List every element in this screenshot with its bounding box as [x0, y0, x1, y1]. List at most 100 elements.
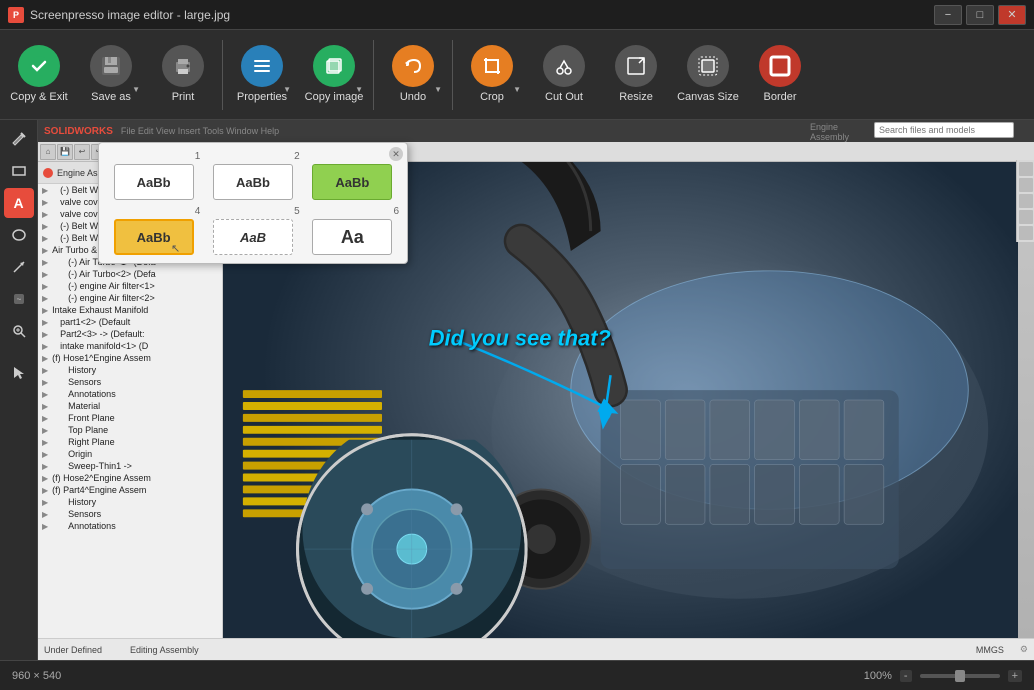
properties-button[interactable]: Properties ▼	[227, 34, 297, 116]
arrow-tool[interactable]	[4, 252, 34, 282]
sw-tree-item[interactable]: ▶(f) Hose1^Engine Assem	[38, 352, 222, 364]
pencil-tool[interactable]	[4, 124, 34, 154]
style-number-4: 4	[195, 206, 201, 217]
style-number-6: 6	[393, 206, 399, 217]
save-as-button[interactable]: Save as ▼	[76, 34, 146, 116]
close-button[interactable]: ✕	[998, 5, 1026, 25]
undo-button[interactable]: Undo ▼	[378, 34, 448, 116]
sw-tree-item[interactable]: ▶Material	[38, 400, 222, 412]
copy-exit-button[interactable]: Copy & Exit	[4, 34, 74, 116]
sw-tree-item[interactable]: ▶Intake Exhaust Manifold	[38, 304, 222, 316]
style-cell-2: 2 AaBb	[206, 151, 299, 200]
style-number-1: 1	[195, 151, 201, 162]
resize-button[interactable]: Resize	[601, 34, 671, 116]
copy-image-icon	[313, 45, 355, 87]
zoom-slider[interactable]	[920, 674, 1000, 678]
crop-dropdown-arrow: ▼	[513, 85, 521, 94]
sw-tb-home[interactable]: ⌂	[40, 144, 56, 160]
crop-icon	[471, 45, 513, 87]
style-cell-4: 4 AaBb	[107, 206, 200, 255]
sw-tree-item[interactable]: ▶(-) engine Air filter<1>	[38, 280, 222, 292]
annotation-style-popup: ✕ 1 AaBb 2 AaBb 3 AaBb	[98, 142, 408, 264]
zoom-slider-thumb[interactable]	[955, 670, 965, 682]
blur-tool[interactable]: ~	[4, 284, 34, 314]
sw-tree-item[interactable]: ▶Right Plane	[38, 436, 222, 448]
undo-dropdown-arrow: ▼	[434, 85, 442, 94]
sw-tree-item[interactable]: ▶Annotations	[38, 520, 222, 532]
style-preview-5[interactable]: AaB	[213, 219, 293, 255]
properties-label: Properties	[237, 91, 287, 104]
sw-tree-item[interactable]: ▶Top Plane	[38, 424, 222, 436]
zoom-tool[interactable]	[4, 316, 34, 346]
save-as-dropdown-arrow: ▼	[132, 85, 140, 94]
copy-exit-label: Copy & Exit	[10, 91, 67, 104]
zoom-controls: 100% - +	[864, 670, 1022, 682]
undo-icon	[392, 45, 434, 87]
sw-panel-icon-3[interactable]	[1019, 194, 1033, 208]
sw-tree-item[interactable]: ▶History	[38, 496, 222, 508]
sw-tree-item[interactable]: ▶Front Plane	[38, 412, 222, 424]
sw-tree-item[interactable]: ▶(f) Hose2^Engine Assem	[38, 472, 222, 484]
sw-tree-item[interactable]: ▶Sensors	[38, 376, 222, 388]
save-as-label: Save as	[91, 91, 131, 104]
sw-panel-icon-1[interactable]	[1019, 162, 1033, 176]
properties-dropdown-arrow: ▼	[283, 85, 291, 94]
style-preview-4[interactable]: AaBb	[114, 219, 194, 255]
sw-tree-item[interactable]: ▶part1<2> (Default	[38, 316, 222, 328]
sw-tree-item[interactable]: ▶Part2<3> -> (Default:	[38, 328, 222, 340]
sw-tree-icon	[42, 167, 54, 179]
sw-panel-icon-2[interactable]	[1019, 178, 1033, 192]
style-preview-6[interactable]: Aa	[312, 219, 392, 255]
style-preview-3[interactable]: AaBb	[312, 164, 392, 200]
toolbar-divider-3	[452, 40, 453, 110]
style-preview-1[interactable]: AaBb	[114, 164, 194, 200]
style-number-5: 5	[294, 206, 300, 217]
cut-out-button[interactable]: Cut Out	[529, 34, 599, 116]
undo-label: Undo	[400, 91, 426, 104]
sw-tree-item[interactable]: ▶Origin	[38, 448, 222, 460]
style-number-2: 2	[294, 151, 300, 162]
sw-tree-item[interactable]: ▶(-) engine Air filter<2>	[38, 292, 222, 304]
copy-image-button[interactable]: Copy image ▼	[299, 34, 369, 116]
style-cell-5: 5 AaB	[206, 206, 299, 255]
cursor-indicator: ↖	[171, 242, 180, 255]
sw-panel-icon-4[interactable]	[1019, 210, 1033, 224]
sw-menu-file: File Edit View Insert Tools Window Help	[121, 126, 279, 136]
crop-button[interactable]: Crop ▼	[457, 34, 527, 116]
maximize-button[interactable]: □	[966, 5, 994, 25]
ellipse-tool[interactable]	[4, 220, 34, 250]
resize-icon	[615, 45, 657, 87]
sw-tree-item[interactable]: ▶(f) Part4^Engine Assem	[38, 484, 222, 496]
canvas-size-button[interactable]: Canvas Size	[673, 34, 743, 116]
sw-tree-item[interactable]: ▶Sweep-Thin1 ->	[38, 460, 222, 472]
sw-tree-item[interactable]: ▶History	[38, 364, 222, 376]
zoom-minus-button[interactable]: -	[900, 670, 912, 682]
sw-tree-item[interactable]: ▶Sensors	[38, 508, 222, 520]
style-cell-6: 6 Aa	[306, 206, 399, 255]
sw-tb-undo[interactable]: ↩	[74, 144, 90, 160]
sw-searchbar[interactable]: Engine Assembly *	[874, 120, 1014, 140]
sw-search-input[interactable]	[874, 122, 1014, 138]
popup-close-button[interactable]: ✕	[389, 147, 403, 161]
style-preview-2[interactable]: AaBb	[213, 164, 293, 200]
zoom-plus-button[interactable]: +	[1008, 670, 1022, 682]
sw-background: SOLIDWORKS File Edit View Insert Tools W…	[38, 120, 1034, 660]
border-button[interactable]: Border	[745, 34, 815, 116]
save-as-icon	[90, 45, 132, 87]
sw-tb-save[interactable]: 💾	[57, 144, 73, 160]
title-bar: P Screenpresso image editor - large.jpg …	[0, 0, 1034, 30]
svg-text:Did you see that?: Did you see that?	[429, 325, 611, 350]
rectangle-tool[interactable]	[4, 156, 34, 186]
sw-status-icon: ⚙	[1020, 644, 1028, 655]
style-cell-1: 1 AaBb	[107, 151, 200, 200]
text-tool[interactable]: A	[4, 188, 34, 218]
print-button[interactable]: Print	[148, 34, 218, 116]
cursor-tool[interactable]	[4, 358, 34, 388]
window-controls[interactable]: − □ ✕	[934, 5, 1026, 25]
sw-tree-item[interactable]: ▶Annotations	[38, 388, 222, 400]
app-icon: P	[8, 7, 24, 23]
sw-panel-icon-5[interactable]	[1019, 226, 1033, 240]
sw-tree-item[interactable]: ▶(-) Air Turbo<2> (Defa	[38, 268, 222, 280]
sw-tree-item[interactable]: ▶intake manifold<1> (D	[38, 340, 222, 352]
minimize-button[interactable]: −	[934, 5, 962, 25]
